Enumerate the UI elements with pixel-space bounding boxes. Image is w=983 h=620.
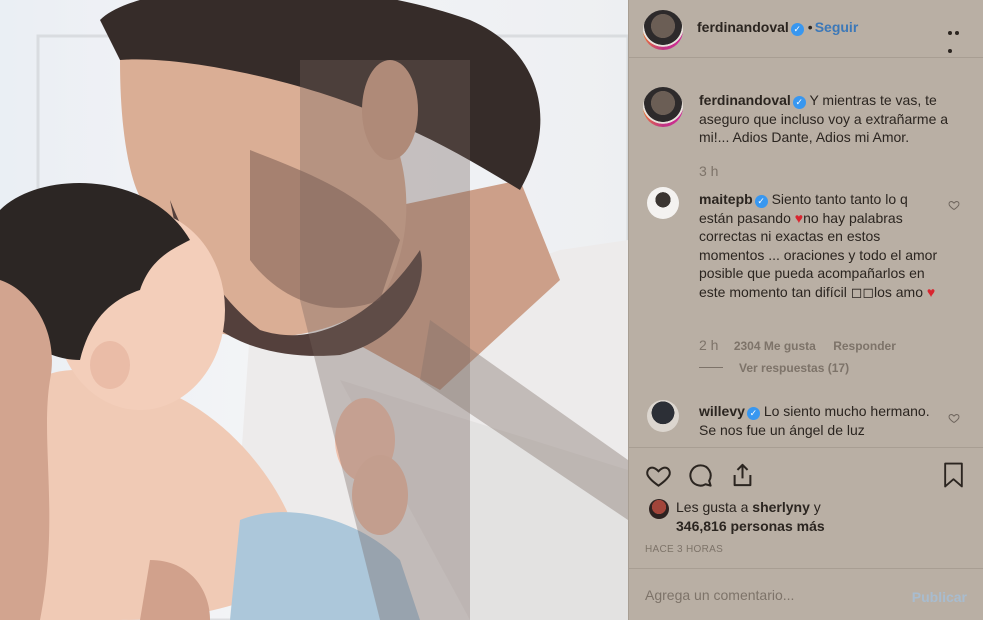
author-line: ferdinandoval ✓ • Seguir: [697, 19, 858, 37]
verified-icon: ✓: [754, 195, 768, 208]
add-comment-bar: Publicar: [629, 568, 983, 620]
caption-avatar[interactable]: [643, 87, 683, 127]
view-replies-label[interactable]: Ver respuestas (17): [739, 361, 849, 375]
comment-input[interactable]: [645, 587, 895, 603]
liker-username[interactable]: sherlyny: [752, 499, 810, 515]
author-avatar[interactable]: [643, 10, 683, 50]
commenter-username[interactable]: maitepb: [699, 191, 753, 207]
reply-button[interactable]: Responder: [833, 339, 896, 353]
liker-avatar[interactable]: [649, 499, 669, 519]
like-heart-icon[interactable]: [645, 462, 672, 489]
post-actions: Les gusta a sherlyny y 346,816 personas …: [629, 447, 983, 620]
commenter-avatar[interactable]: [647, 400, 679, 432]
verified-icon: ✓: [792, 96, 806, 109]
caption-time: 3 h: [699, 163, 719, 179]
likes-prefix: Les gusta a: [676, 499, 753, 515]
like-comment-heart-icon[interactable]: [948, 199, 960, 211]
post-side-panel: ferdinandoval ✓ • Seguir ferdinandoval ✓ Y m…: [628, 0, 983, 620]
likes-count-text[interactable]: 346,816 personas más: [676, 518, 825, 534]
verified-icon: ✓: [790, 23, 804, 36]
like-comment-heart-icon[interactable]: [948, 412, 960, 424]
comment-item: maitepb ✓ Siento tanto tanto lo q están p…: [645, 187, 970, 387]
photo-father-kissing-baby: [0, 0, 628, 620]
likes-connector: y: [809, 499, 821, 515]
comment-text-block: maitepb ✓ Siento tanto tanto lo q están p…: [699, 190, 939, 301]
publish-button[interactable]: Publicar: [912, 589, 967, 605]
comment-likes[interactable]: 2304 Me gusta: [734, 339, 816, 353]
caption-username[interactable]: ferdinandoval: [699, 92, 791, 108]
more-options-icon[interactable]: [948, 22, 968, 53]
comment-item: willevy ✓ Lo siento mucho hermano. Se nos…: [645, 400, 970, 447]
likes-count[interactable]: 346,816 personas más: [676, 518, 825, 534]
verified-icon: ✓: [746, 407, 760, 420]
red-heart-emoji: ♥: [926, 283, 936, 300]
comment-meta: 2 h 2304 Me gusta Responder: [699, 337, 896, 353]
post-photo[interactable]: [0, 0, 628, 620]
red-heart-emoji: ♥: [794, 209, 804, 226]
separator-dot: •: [807, 19, 813, 35]
follow-button[interactable]: Seguir: [815, 19, 859, 35]
author-username[interactable]: ferdinandoval: [697, 19, 789, 35]
caption-text-block: ferdinandoval ✓ Y mientras te vas, te ase…: [699, 91, 964, 147]
comment-time: 2 h: [699, 337, 719, 353]
comments-list[interactable]: ferdinandoval ✓ Y mientras te vas, te ase…: [629, 59, 983, 447]
post-header: ferdinandoval ✓ • Seguir: [629, 0, 983, 58]
comment-text-block: willevy ✓ Lo siento mucho hermano. Se nos…: [699, 402, 939, 439]
commenter-avatar[interactable]: [647, 187, 679, 219]
bookmark-icon[interactable]: [941, 461, 966, 489]
share-icon[interactable]: [729, 461, 756, 489]
commenter-username[interactable]: willevy: [699, 403, 745, 419]
post-timestamp[interactable]: HACE 3 HORAS: [645, 544, 723, 555]
replies-divider: [699, 367, 723, 368]
likes-text: Les gusta a sherlyny y: [676, 499, 821, 515]
view-replies[interactable]: Ver respuestas (17): [699, 361, 849, 375]
comment-bubble-icon[interactable]: [687, 462, 714, 489]
